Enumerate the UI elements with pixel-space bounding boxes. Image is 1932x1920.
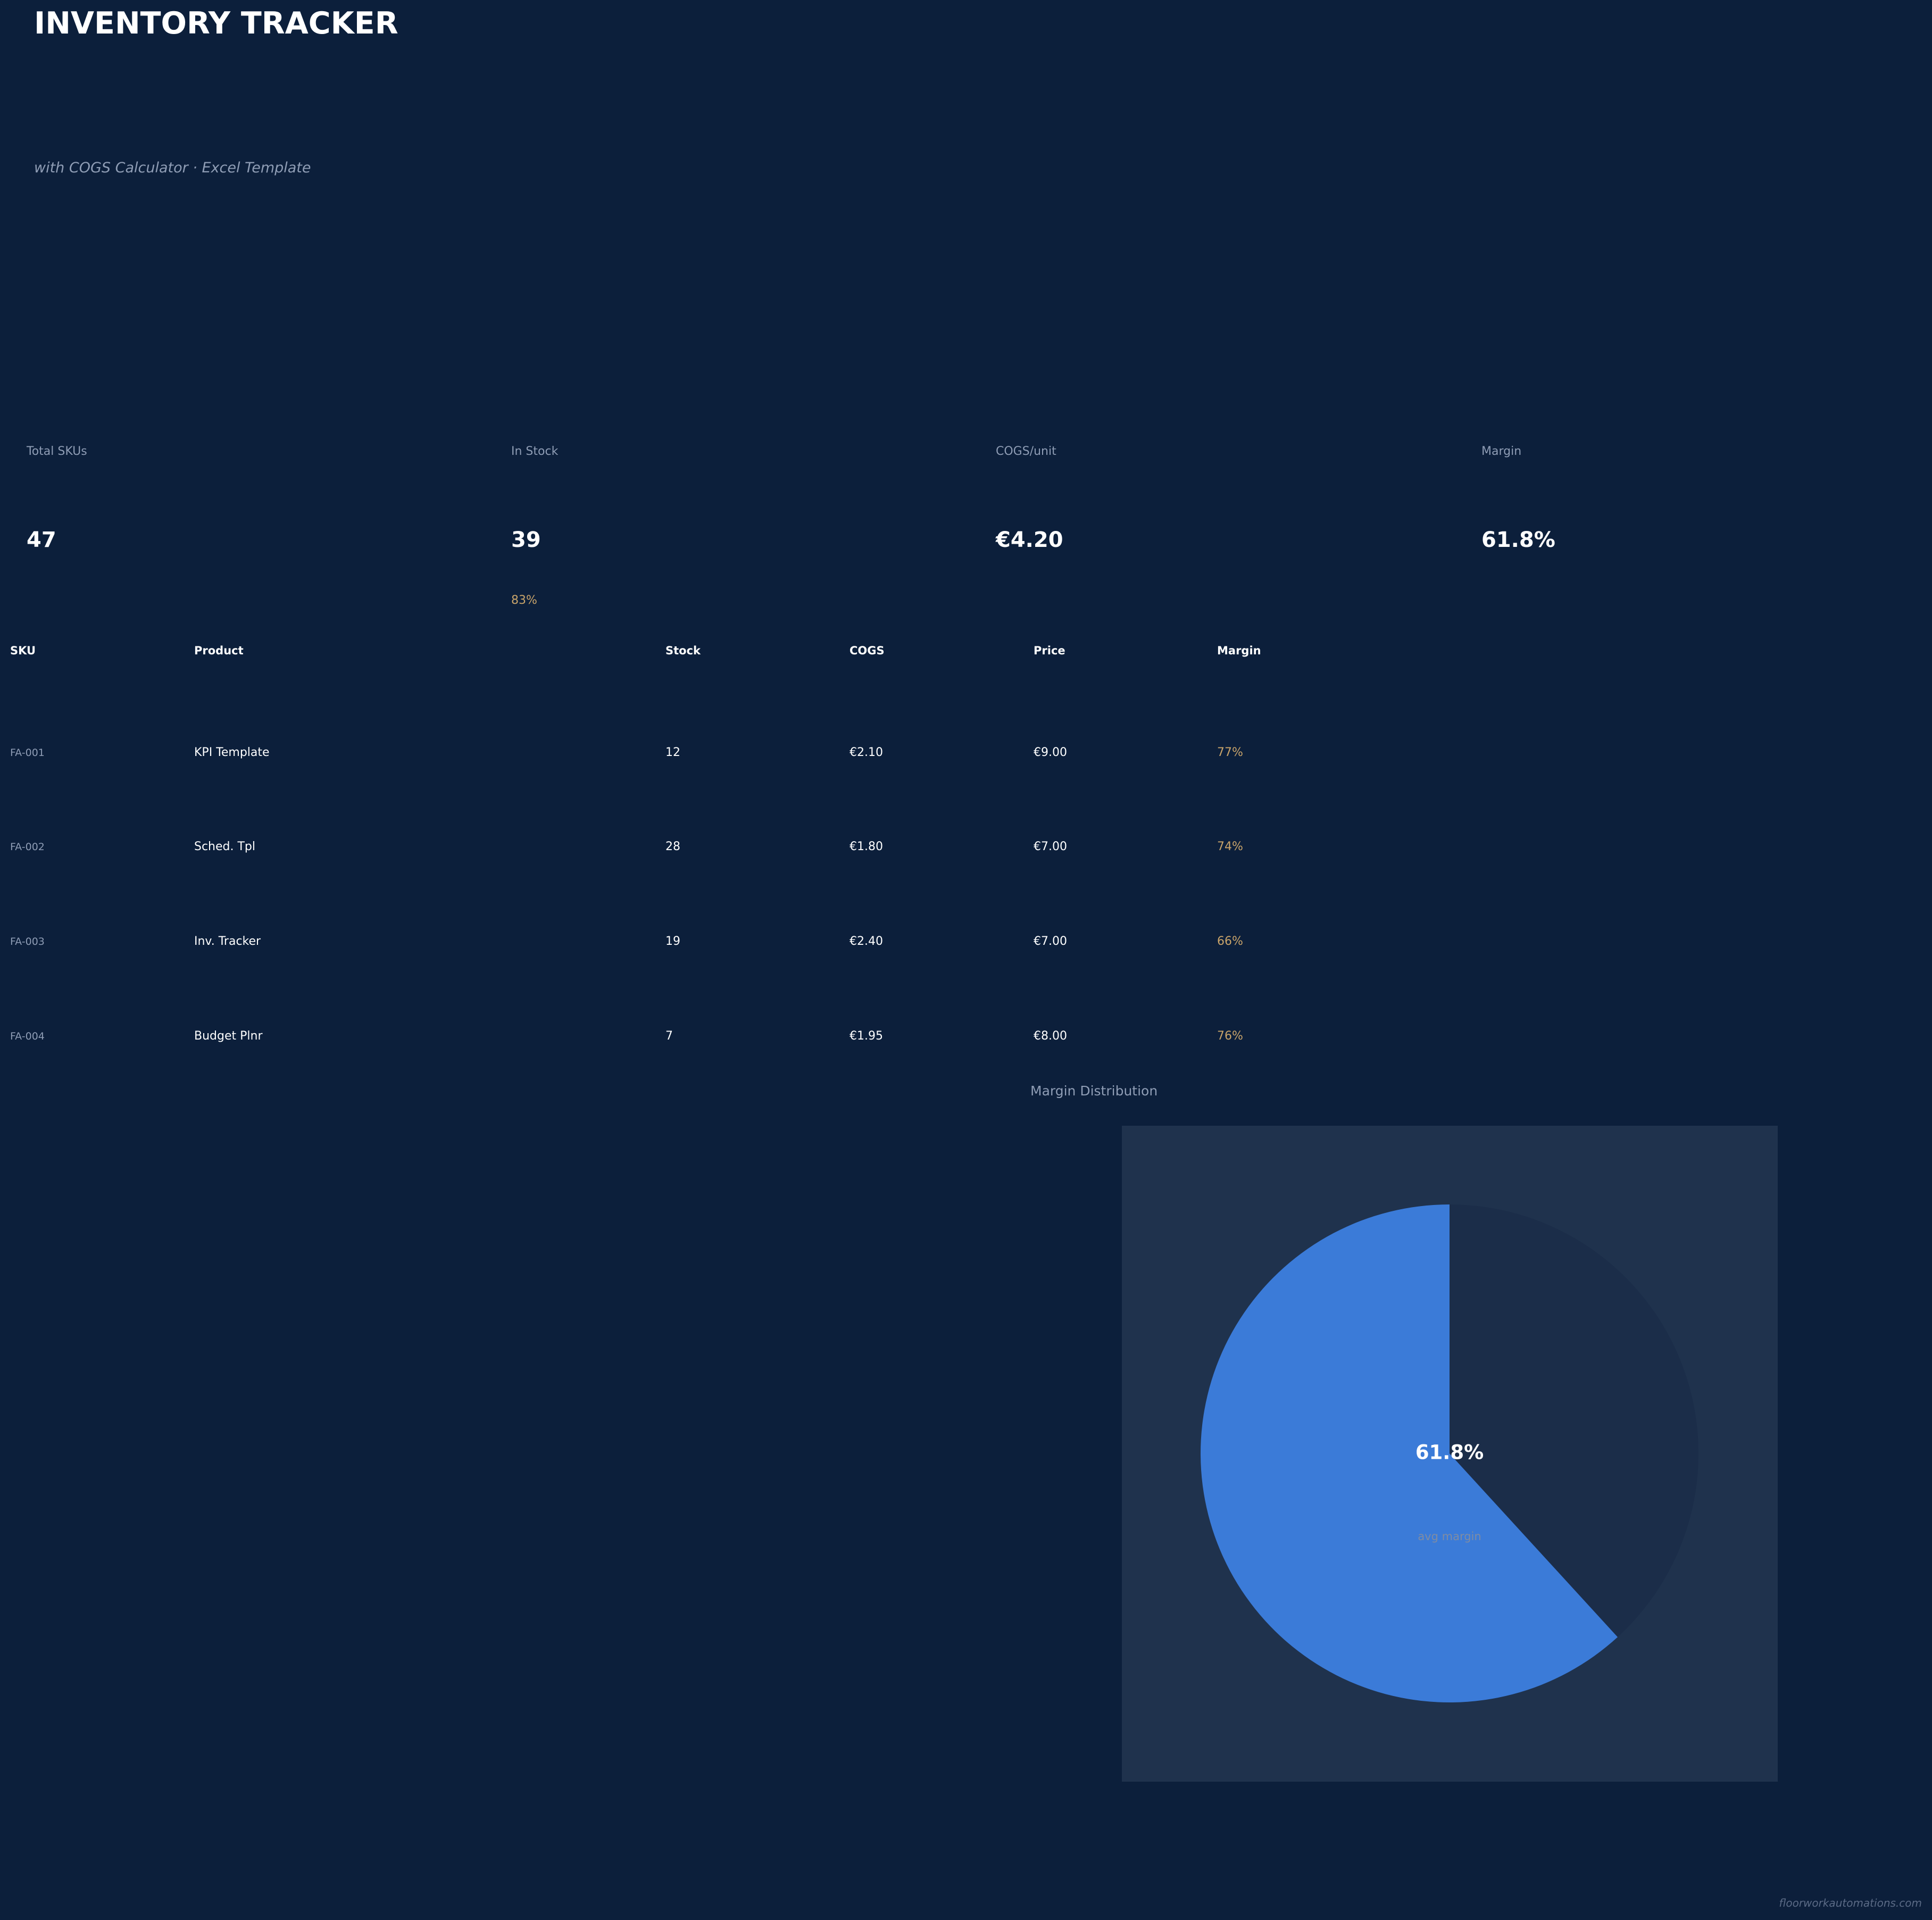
pie-center-value: 61.8% (1415, 1441, 1484, 1464)
cell-margin: 76% (1217, 1029, 1243, 1043)
kpi-value: €4.20 (996, 528, 1063, 552)
kpi-value: 39 (511, 528, 541, 552)
column-header-product: Product (194, 644, 244, 657)
column-header-margin: Margin (1217, 644, 1261, 657)
cell-price: €8.00 (1034, 1029, 1067, 1043)
pie-chart-svg: 61.8% avg margin (1201, 1204, 1698, 1702)
column-header-price: Price (1034, 644, 1065, 657)
cell-price: €7.00 (1034, 935, 1067, 948)
cell-stock: 19 (665, 935, 680, 948)
cell-stock: 28 (665, 840, 680, 853)
cell-product: Inv. Tracker (194, 935, 261, 948)
cell-margin: 74% (1217, 840, 1243, 853)
kpi-value: 61.8% (1481, 528, 1555, 552)
cell-sku: FA-001 (10, 747, 45, 759)
kpi-label: Margin (1481, 445, 1522, 458)
cell-margin: 77% (1217, 746, 1243, 759)
column-header-sku: SKU (10, 644, 36, 657)
cell-cogs: €2.40 (850, 935, 883, 948)
cell-stock: 12 (665, 746, 680, 759)
footer-watermark: floorworkautomations.com (1779, 1897, 1922, 1909)
cell-price: €9.00 (1034, 746, 1067, 759)
chart-title: Margin Distribution (1030, 1083, 1158, 1099)
kpi-value: 47 (27, 528, 56, 552)
kpi-label: COGS/unit (996, 445, 1056, 458)
page-subtitle: with COGS Calculator · Excel Template (34, 160, 311, 176)
cell-price: €7.00 (1034, 840, 1067, 853)
cell-product: KPI Template (194, 746, 270, 759)
cell-product: Sched. Tpl (194, 840, 256, 853)
cell-cogs: €1.95 (850, 1029, 883, 1043)
kpi-label: In Stock (511, 445, 559, 458)
kpi-label: Total SKUs (27, 445, 87, 458)
margin-pie-chart: 61.8% avg margin (1122, 1126, 1778, 1782)
cell-stock: 7 (665, 1029, 673, 1043)
cell-sku: FA-004 (10, 1030, 45, 1042)
kpi-subvalue: 83% (511, 594, 537, 607)
cell-margin: 66% (1217, 935, 1243, 948)
cell-cogs: €1.80 (850, 840, 883, 853)
cell-sku: FA-003 (10, 936, 45, 947)
cell-cogs: €2.10 (850, 746, 883, 759)
pie-center-label: avg margin (1418, 1530, 1481, 1543)
page-title: INVENTORY TRACKER (34, 6, 398, 41)
cell-sku: FA-002 (10, 841, 45, 853)
cell-product: Budget Plnr (194, 1029, 263, 1043)
column-header-stock: Stock (665, 644, 701, 657)
column-header-cogs: COGS (850, 644, 885, 657)
